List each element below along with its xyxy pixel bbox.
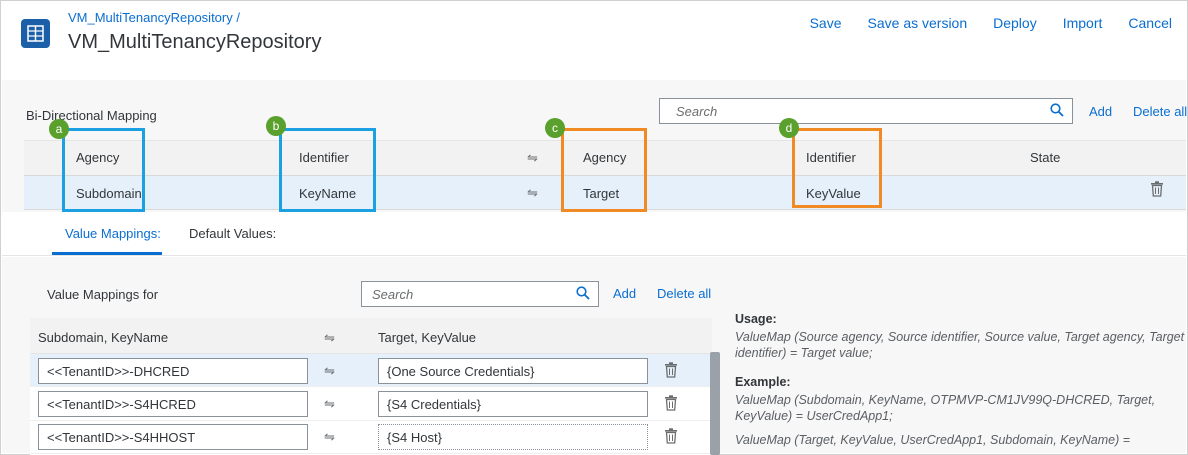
save-button[interactable]: Save <box>810 15 842 31</box>
mapping-search-placeholder: Search <box>676 104 718 119</box>
highlight-box-d <box>792 128 882 208</box>
import-button[interactable]: Import <box>1063 15 1103 31</box>
target-value-input[interactable]: {S4 Credentials} <box>378 391 648 417</box>
highlight-box-a <box>62 128 145 212</box>
search-icon[interactable] <box>576 286 590 305</box>
mapping-delete-all-button[interactable]: Delete all <box>1133 104 1187 119</box>
trash-icon[interactable] <box>1150 181 1164 197</box>
usage-label: Usage: <box>735 312 777 326</box>
swap-icon: ⇋ <box>324 363 335 378</box>
value-mappings-title: Value Mappings for <box>47 287 159 302</box>
vertical-scrollbar[interactable] <box>710 352 720 455</box>
cancel-button[interactable]: Cancel <box>1128 15 1172 31</box>
usage-text: ValueMap (Source agency, Source identifi… <box>735 330 1185 360</box>
source-value-input[interactable]: <<TenantID>>-S4HHOST <box>38 424 308 450</box>
mapping-search-input[interactable]: Search <box>659 98 1073 124</box>
mapping-section-title: Bi-Directional Mapping <box>26 108 157 123</box>
breadcrumb[interactable]: VM_MultiTenancyRepository / <box>68 10 240 25</box>
value-mappings-add-button[interactable]: Add <box>613 286 636 301</box>
target-value-input[interactable]: {One Source Credentials} <box>378 358 648 384</box>
trash-icon[interactable] <box>664 362 678 378</box>
mapping-add-button[interactable]: Add <box>1089 104 1112 119</box>
badge-d: d <box>779 118 799 138</box>
app-icon <box>21 19 50 48</box>
tab-value-mappings[interactable]: Value Mappings: <box>65 226 161 241</box>
value-mappings-delete-all-button[interactable]: Delete all <box>657 286 711 301</box>
swap-icon: ⇋ <box>324 396 335 411</box>
col-target-header: Target, KeyValue <box>378 330 477 345</box>
trash-icon[interactable] <box>664 428 678 444</box>
page-title: VM_MultiTenancyRepository <box>68 31 322 53</box>
badge-b: b <box>266 116 286 136</box>
save-as-version-button[interactable]: Save as version <box>868 15 968 31</box>
swap-icon: ⇋ <box>527 185 538 200</box>
value-mappings-search-input[interactable]: Search <box>361 281 599 307</box>
source-value-input[interactable]: <<TenantID>>-DHCRED <box>38 358 308 384</box>
header-state: State <box>1030 150 1061 165</box>
usage-help-panel: Usage: ValueMap (Source agency, Source i… <box>735 312 1185 448</box>
highlight-box-c <box>561 128 647 212</box>
example-label: Example: <box>735 375 791 389</box>
tab-default-values[interactable]: Default Values: <box>189 226 276 241</box>
deploy-button[interactable]: Deploy <box>993 15 1037 31</box>
badge-c: c <box>545 118 565 138</box>
tab-bar <box>2 212 1186 256</box>
swap-icon: ⇋ <box>324 429 335 444</box>
target-value-input[interactable]: {S4 Host} <box>378 424 648 450</box>
highlight-box-b <box>279 128 376 212</box>
example-text: ValueMap (Subdomain, KeyName, OTPMVP-CM1… <box>735 393 1156 423</box>
value-mappings-search-placeholder: Search <box>372 287 414 302</box>
tab-active-indicator <box>52 252 162 255</box>
example-text-2: ValueMap (Target, KeyValue, UserCredApp1… <box>735 433 1131 447</box>
swap-icon: ⇋ <box>527 150 538 165</box>
header-toolbar: Save Save as version Deploy Import Cance… <box>810 15 1172 31</box>
source-value-input[interactable]: <<TenantID>>-S4HCRED <box>38 391 308 417</box>
search-icon[interactable] <box>1050 103 1064 122</box>
swap-icon: ⇋ <box>324 330 335 345</box>
badge-a: a <box>49 119 69 139</box>
trash-icon[interactable] <box>664 395 678 411</box>
col-source-header: Subdomain, KeyName <box>38 330 169 345</box>
